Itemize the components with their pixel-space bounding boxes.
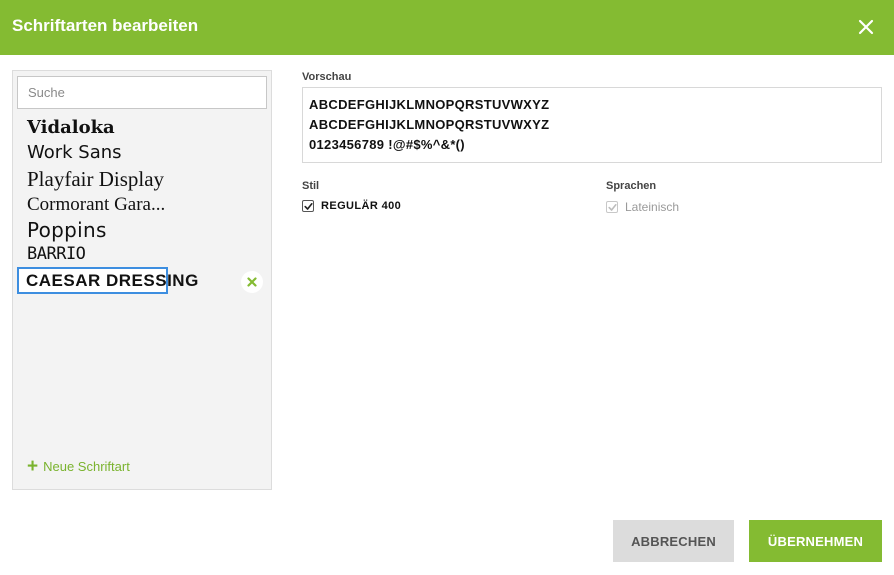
style-option-regular-400[interactable]: REGULÄR 400	[302, 200, 401, 212]
preview-line: ABCDEFGHIJKLMNOPQRSTUVWXYZ	[309, 117, 550, 132]
font-item-playfair-display[interactable]: Playfair Display	[27, 169, 164, 190]
style-checkbox[interactable]	[302, 200, 314, 212]
search-input[interactable]	[17, 76, 267, 109]
preview-label: Vorschau	[302, 71, 352, 83]
add-font-label: Neue Schriftart	[43, 459, 130, 474]
remove-icon	[247, 277, 257, 287]
cancel-button[interactable]: ABBRECHEN	[613, 520, 734, 562]
font-list-panel: Vidaloka Work Sans Playfair Display Corm…	[12, 70, 272, 490]
language-checkbox	[606, 201, 618, 213]
preview-box: ABCDEFGHIJKLMNOPQRSTUVWXYZ ABCDEFGHIJKLM…	[302, 87, 882, 163]
preview-line: ABCDEFGHIJKLMNOPQRSTUVWXYZ	[309, 97, 550, 112]
font-item-work-sans[interactable]: Work Sans	[27, 144, 122, 162]
apply-button[interactable]: ÜBERNEHMEN	[749, 520, 882, 562]
font-item-vidaloka[interactable]: Vidaloka	[27, 119, 115, 137]
check-icon	[303, 202, 313, 210]
preview-line: 0123456789 !@#$%^&*()	[309, 137, 465, 152]
language-option-label: Lateinisch	[625, 200, 680, 214]
font-item-barrio[interactable]: BARRIO	[27, 246, 86, 263]
font-item-poppins[interactable]: Poppins	[27, 220, 107, 240]
close-icon	[858, 19, 874, 35]
font-item-caesar-dressing-selected[interactable]: CAESAR DRESSING	[17, 267, 198, 294]
dialog-header: Schriftarten bearbeiten	[0, 0, 894, 55]
languages-label: Sprachen	[606, 180, 657, 192]
close-button[interactable]	[855, 16, 877, 38]
check-icon	[607, 203, 617, 211]
dialog-title: Schriftarten bearbeiten	[12, 16, 199, 35]
language-option-latin: Lateinisch	[606, 200, 679, 214]
font-item-cormorant-garamond[interactable]: Cormorant Gara...	[27, 195, 165, 214]
remove-font-button[interactable]	[241, 271, 263, 293]
plus-icon: +	[27, 456, 39, 477]
style-label: Stil	[302, 180, 320, 192]
add-font-button[interactable]: + Neue Schriftart	[27, 457, 130, 476]
style-option-label: REGULÄR 400	[321, 200, 402, 212]
